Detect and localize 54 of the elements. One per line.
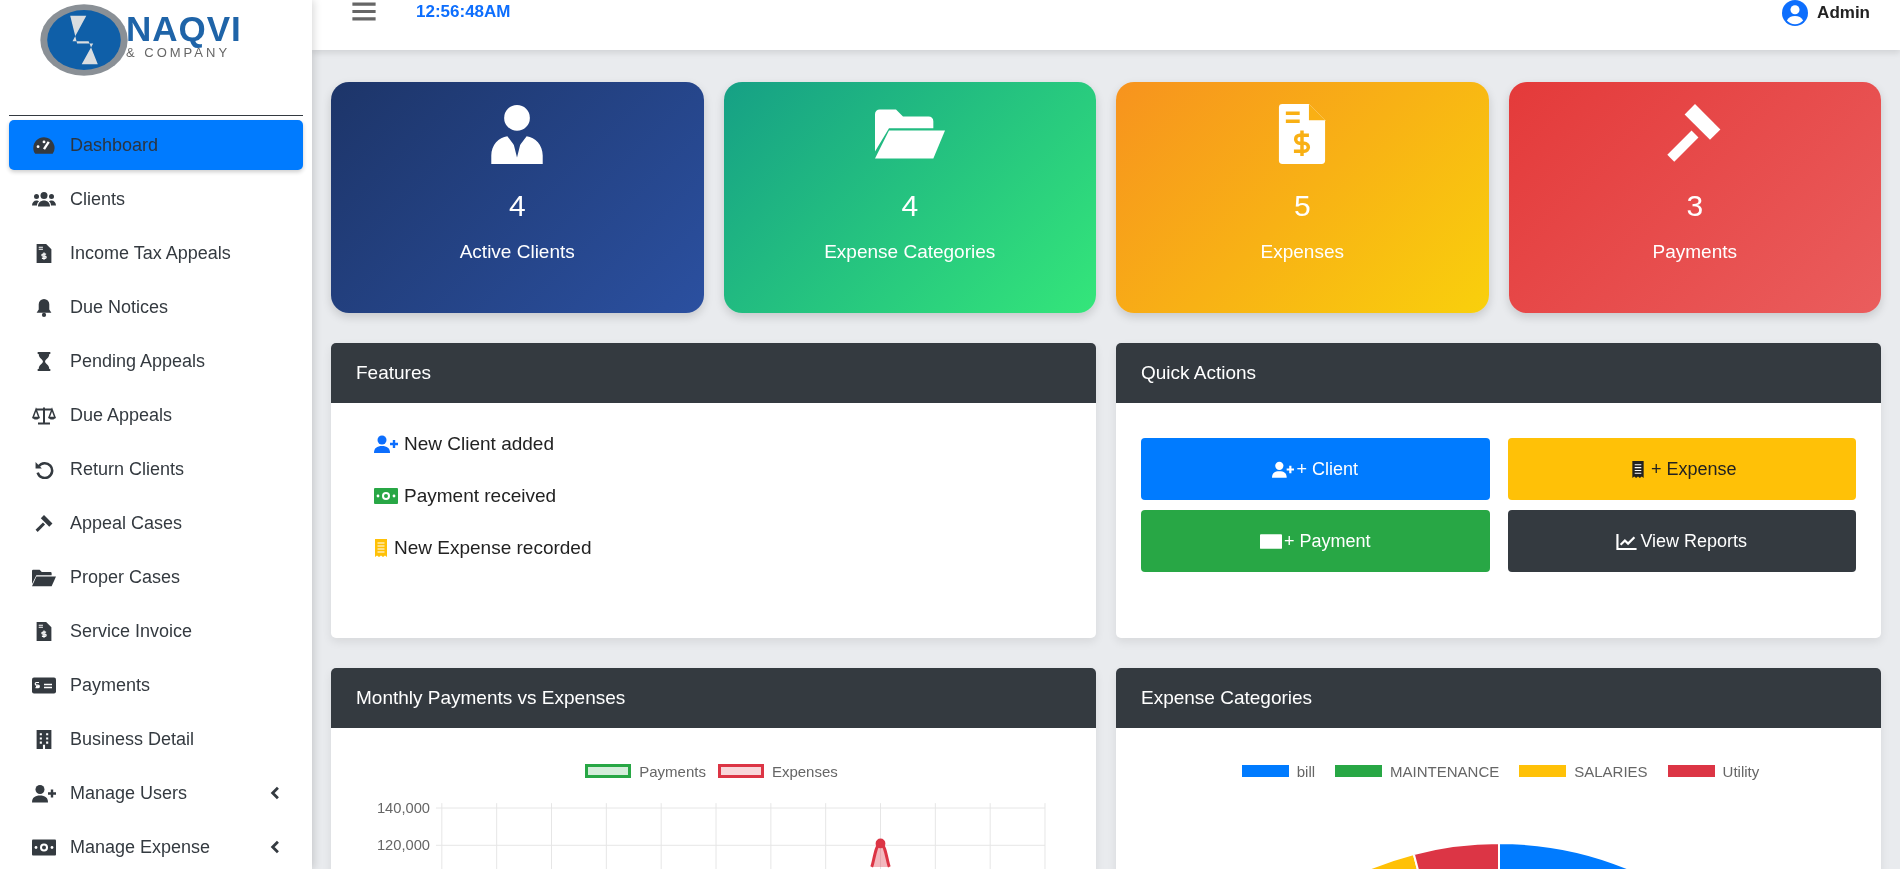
sidebar-item[interactable]: Due Notices <box>9 282 303 332</box>
line-chart-icon <box>1616 532 1639 550</box>
user-plus-icon <box>374 435 398 453</box>
sidebar-item[interactable]: Business Detail <box>9 714 303 764</box>
legend-label: Utility <box>1722 762 1760 780</box>
quick-action-button[interactable]: + Expense <box>1507 438 1856 500</box>
brand-name: NAQVI <box>126 11 242 46</box>
panel-title: Monthly Payments vs Expenses <box>356 687 626 709</box>
stat-label: Active Clients <box>459 241 575 263</box>
legend-label: bill <box>1296 762 1316 780</box>
feature-text: New Expense recorded <box>394 537 592 559</box>
scale-icon <box>32 405 56 425</box>
user-name[interactable]: Admin <box>1817 3 1870 23</box>
sidebar-item[interactable]: Payments <box>9 660 303 710</box>
panel-title: Quick Actions <box>1141 362 1257 384</box>
quick-action-button[interactable]: View Reports <box>1507 510 1856 572</box>
feature-text: New Client added <box>404 433 554 455</box>
folder-icon <box>32 567 56 587</box>
sidebar-item[interactable]: Manage Users <box>9 768 303 818</box>
stat-value: 5 <box>1293 189 1311 223</box>
sidebar-item[interactable]: Clients <box>9 174 303 224</box>
users-icon <box>32 189 56 209</box>
sidebar-item[interactable]: Manage Expense <box>9 822 303 869</box>
sidebar-item[interactable]: Service Invoice <box>9 606 303 656</box>
panel-title: Expense Categories <box>1141 687 1313 709</box>
stat-value: 4 <box>901 189 919 223</box>
legend-label: MAINTENANCE <box>1390 762 1500 780</box>
clock-time: 12:56:48AM <box>416 2 511 22</box>
y-axis-label: 120,000 <box>376 837 431 854</box>
sidebar-item[interactable]: Return Clients <box>9 444 303 494</box>
legend-label: Payments <box>639 762 706 780</box>
stat-label: Expenses <box>1260 241 1344 263</box>
sidebar-item[interactable]: Proper Cases <box>9 552 303 602</box>
user-plus-icon <box>32 783 56 803</box>
stat-value: 3 <box>1686 189 1704 223</box>
user-plus-icon <box>1272 460 1295 478</box>
stat-label: Payments <box>1652 241 1737 263</box>
panel-title: Features <box>356 362 431 384</box>
stat-label: Expense Categories <box>824 241 996 263</box>
cheque-icon <box>32 675 56 695</box>
sidebar-item[interactable]: Pending Appeals <box>9 336 303 386</box>
y-axis-label: 140,000 <box>376 799 431 816</box>
legend-label: Expenses <box>771 762 838 780</box>
sidebar-item[interactable]: Due Appeals <box>9 390 303 440</box>
user-avatar-icon[interactable] <box>1782 0 1809 26</box>
feature-text: Payment received <box>404 485 557 507</box>
line-chart-drawing <box>870 838 891 869</box>
quick-action-button[interactable]: + Client <box>1141 438 1490 500</box>
gauge-icon <box>32 135 56 155</box>
sidebar-item[interactable]: Income Tax Appeals <box>9 228 303 278</box>
stat-value: 4 <box>508 189 526 223</box>
receipt-icon <box>374 539 388 557</box>
legend-label: SALARIES <box>1574 762 1648 780</box>
sidebar-item[interactable]: Appeal Cases <box>9 498 303 548</box>
